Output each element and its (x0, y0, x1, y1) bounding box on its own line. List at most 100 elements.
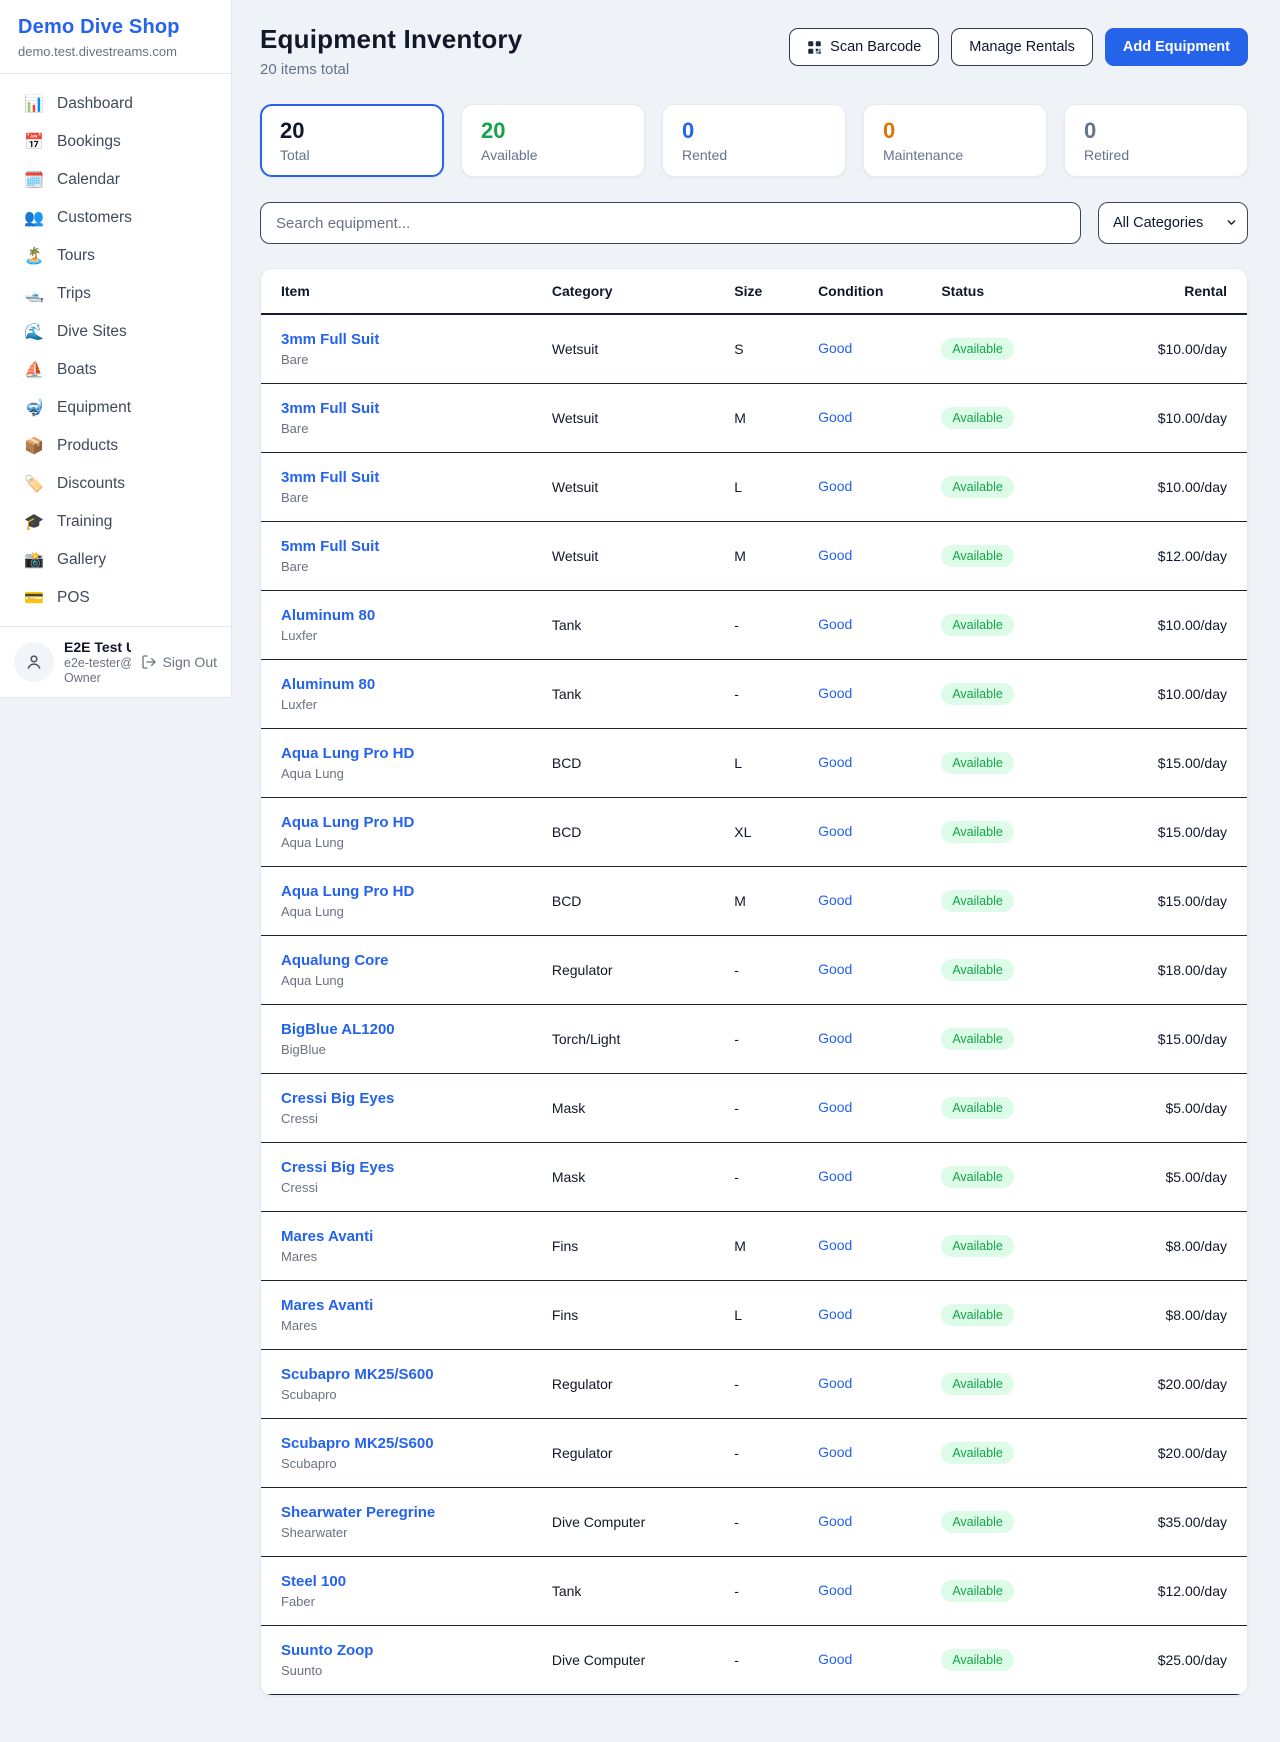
scan-barcode-button[interactable]: Scan Barcode (789, 28, 939, 66)
sidebar-item-bookings[interactable]: 📅 Bookings (9, 124, 222, 160)
sidebar-item-training[interactable]: 🎓 Training (9, 504, 222, 540)
table-row[interactable]: BigBlue AL1200 BigBlue Torch/Light - Goo… (261, 1005, 1247, 1074)
search-input[interactable] (260, 202, 1081, 244)
sidebar-item-products[interactable]: 📦 Products (9, 428, 222, 464)
stat-card-retired[interactable]: 0 Retired (1064, 104, 1248, 177)
table-row[interactable]: 3mm Full Suit Bare Wetsuit L Good Availa… (261, 453, 1247, 522)
item-brand: Bare (281, 421, 552, 436)
condition-link[interactable]: Good (818, 478, 852, 494)
condition-link[interactable]: Good (818, 547, 852, 563)
sidebar-item-pos[interactable]: 💳 POS (9, 580, 222, 616)
table-row[interactable]: Cressi Big Eyes Cressi Mask - Good Avail… (261, 1074, 1247, 1143)
item-name-link[interactable]: 3mm Full Suit (281, 331, 552, 348)
condition-link[interactable]: Good (818, 1582, 852, 1598)
item-name-link[interactable]: Mares Avanti (281, 1297, 552, 1314)
condition-link[interactable]: Good (818, 1030, 852, 1046)
table-row[interactable]: 3mm Full Suit Bare Wetsuit M Good Availa… (261, 384, 1247, 453)
table-row[interactable]: Aluminum 80 Luxfer Tank - Good Available… (261, 660, 1247, 729)
condition-link[interactable]: Good (818, 616, 852, 632)
sidebar-item-equipment[interactable]: 🤿 Equipment (9, 390, 222, 426)
condition-link[interactable]: Good (818, 1099, 852, 1115)
table-row[interactable]: Aluminum 80 Luxfer Tank - Good Available… (261, 591, 1247, 660)
condition-cell: Good (818, 616, 941, 634)
table-row[interactable]: Scubapro MK25/S600 Scubapro Regulator - … (261, 1419, 1247, 1488)
item-name-link[interactable]: Suunto Zoop (281, 1642, 552, 1659)
condition-link[interactable]: Good (818, 823, 852, 839)
sidebar-item-dashboard[interactable]: 📊 Dashboard (9, 86, 222, 122)
condition-link[interactable]: Good (818, 1306, 852, 1322)
condition-link[interactable]: Good (818, 685, 852, 701)
condition-link[interactable]: Good (818, 340, 852, 356)
condition-link[interactable]: Good (818, 1375, 852, 1391)
table-row[interactable]: Aqua Lung Pro HD Aqua Lung BCD XL Good A… (261, 798, 1247, 867)
condition-link[interactable]: Good (818, 1513, 852, 1529)
table-row[interactable]: Steel 100 Faber Tank - Good Available $1… (261, 1557, 1247, 1626)
condition-link[interactable]: Good (818, 1168, 852, 1184)
condition-link[interactable]: Good (818, 1237, 852, 1253)
stat-card-maintenance[interactable]: 0 Maintenance (863, 104, 1047, 177)
item-name-link[interactable]: 3mm Full Suit (281, 469, 552, 486)
sign-out-button[interactable]: Sign Out (141, 654, 217, 670)
table-row[interactable]: 3mm Full Suit Bare Wetsuit S Good Availa… (261, 315, 1247, 384)
add-equipment-button[interactable]: Add Equipment (1105, 28, 1248, 66)
user-meta: E2E Test U... e2e-tester@... Owner (64, 639, 131, 685)
size-cell: - (734, 1445, 818, 1461)
item-name-link[interactable]: Steel 100 (281, 1573, 552, 1590)
status-cell: Available (941, 614, 1094, 636)
item-name-link[interactable]: Aluminum 80 (281, 607, 552, 624)
equipment-table: Item Category Size Condition Status Rent… (260, 268, 1248, 1696)
item-name-link[interactable]: Shearwater Peregrine (281, 1504, 552, 1521)
manage-rentals-button[interactable]: Manage Rentals (951, 28, 1093, 66)
table-row[interactable]: Mares Avanti Mares Fins M Good Available… (261, 1212, 1247, 1281)
sidebar-item-trips[interactable]: 🛥️ Trips (9, 276, 222, 312)
sidebar-item-calendar[interactable]: 🗓️ Calendar (9, 162, 222, 198)
table-row[interactable]: Shearwater Peregrine Shearwater Dive Com… (261, 1488, 1247, 1557)
table-row[interactable]: Mares Avanti Mares Fins L Good Available… (261, 1281, 1247, 1350)
sidebar-item-label: Dashboard (57, 95, 133, 113)
item-name-link[interactable]: Scubapro MK25/S600 (281, 1435, 552, 1452)
item-name-link[interactable]: Aqua Lung Pro HD (281, 814, 552, 831)
item-name-link[interactable]: Aluminum 80 (281, 676, 552, 693)
stat-card-total[interactable]: 20 Total (260, 104, 444, 177)
condition-link[interactable]: Good (818, 892, 852, 908)
item-name-link[interactable]: Aqua Lung Pro HD (281, 883, 552, 900)
table-row[interactable]: Aqua Lung Pro HD Aqua Lung BCD M Good Av… (261, 867, 1247, 936)
condition-link[interactable]: Good (818, 1444, 852, 1460)
sidebar-item-label: Equipment (57, 399, 131, 417)
sidebar-item-gallery[interactable]: 📸 Gallery (9, 542, 222, 578)
stat-card-available[interactable]: 20 Available (461, 104, 645, 177)
dashboard-icon: 📊 (24, 96, 44, 112)
item-name-link[interactable]: Cressi Big Eyes (281, 1159, 552, 1176)
item-name-link[interactable]: Aqua Lung Pro HD (281, 745, 552, 762)
item-cell: 3mm Full Suit Bare (261, 331, 552, 367)
size-cell: S (734, 341, 818, 357)
item-name-link[interactable]: BigBlue AL1200 (281, 1021, 552, 1038)
status-cell: Available (941, 821, 1094, 843)
header-actions: Scan Barcode Manage Rentals Add Equipmen… (789, 28, 1248, 66)
sidebar-item-dive-sites[interactable]: 🌊 Dive Sites (9, 314, 222, 350)
sidebar-item-boats[interactable]: ⛵ Boats (9, 352, 222, 388)
item-name-link[interactable]: Cressi Big Eyes (281, 1090, 552, 1107)
sidebar-item-discounts[interactable]: 🏷️ Discounts (9, 466, 222, 502)
table-row[interactable]: Aqua Lung Pro HD Aqua Lung BCD L Good Av… (261, 729, 1247, 798)
condition-link[interactable]: Good (818, 961, 852, 977)
table-row[interactable]: Cressi Big Eyes Cressi Mask - Good Avail… (261, 1143, 1247, 1212)
table-row[interactable]: 5mm Full Suit Bare Wetsuit M Good Availa… (261, 522, 1247, 591)
category-select[interactable]: All Categories (1098, 202, 1248, 244)
table-row[interactable]: Suunto Zoop Suunto Dive Computer - Good … (261, 1626, 1247, 1695)
item-name-link[interactable]: 3mm Full Suit (281, 400, 552, 417)
table-row[interactable]: Scubapro MK25/S600 Scubapro Regulator - … (261, 1350, 1247, 1419)
item-name-link[interactable]: Mares Avanti (281, 1228, 552, 1245)
condition-link[interactable]: Good (818, 754, 852, 770)
condition-link[interactable]: Good (818, 409, 852, 425)
category-cell: Fins (552, 1238, 734, 1254)
condition-cell: Good (818, 340, 941, 358)
table-row[interactable]: Aqualung Core Aqua Lung Regulator - Good… (261, 936, 1247, 1005)
sidebar-item-customers[interactable]: 👥 Customers (9, 200, 222, 236)
stat-card-rented[interactable]: 0 Rented (662, 104, 846, 177)
item-name-link[interactable]: Scubapro MK25/S600 (281, 1366, 552, 1383)
sidebar-item-tours[interactable]: 🏝️ Tours (9, 238, 222, 274)
item-name-link[interactable]: 5mm Full Suit (281, 538, 552, 555)
condition-link[interactable]: Good (818, 1651, 852, 1667)
item-name-link[interactable]: Aqualung Core (281, 952, 552, 969)
